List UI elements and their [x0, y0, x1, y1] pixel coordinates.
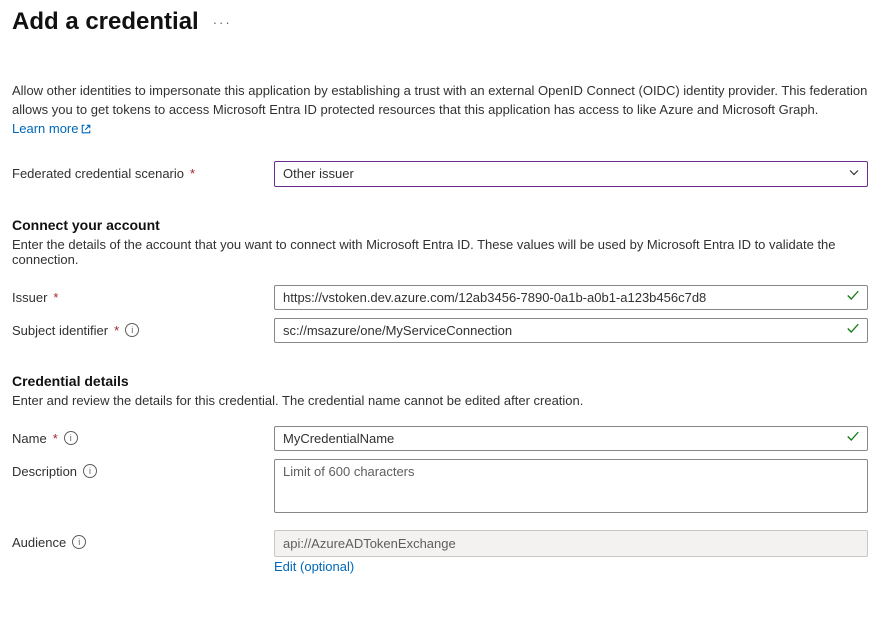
audience-readonly: api://AzureADTokenExchange — [274, 530, 868, 557]
name-input[interactable] — [274, 426, 868, 451]
description-label: Description — [12, 464, 77, 479]
description-textarea[interactable] — [274, 459, 868, 513]
required-asterisk: * — [53, 431, 58, 446]
page-title: Add a credential — [12, 8, 199, 36]
audience-label: Audience — [12, 535, 66, 550]
connect-heading: Connect your account — [12, 217, 868, 233]
external-link-icon — [80, 123, 92, 135]
info-icon[interactable]: i — [83, 464, 97, 478]
learn-more-label: Learn more — [12, 120, 78, 139]
required-asterisk: * — [53, 290, 58, 305]
connect-description: Enter the details of the account that yo… — [12, 237, 868, 267]
edit-audience-link[interactable]: Edit (optional) — [274, 559, 354, 574]
issuer-label: Issuer — [12, 290, 47, 305]
required-asterisk: * — [190, 166, 195, 181]
info-icon[interactable]: i — [72, 535, 86, 549]
scenario-select[interactable]: Other issuer — [274, 161, 868, 187]
name-label: Name — [12, 431, 47, 446]
intro-paragraph: Allow other identities to impersonate th… — [12, 82, 868, 139]
subject-input[interactable] — [274, 318, 868, 343]
details-description: Enter and review the details for this cr… — [12, 393, 868, 408]
intro-text: Allow other identities to impersonate th… — [12, 83, 867, 117]
details-heading: Credential details — [12, 373, 868, 389]
required-asterisk: * — [114, 323, 119, 338]
subject-label: Subject identifier — [12, 323, 108, 338]
learn-more-link[interactable]: Learn more — [12, 120, 92, 139]
scenario-label: Federated credential scenario — [12, 166, 184, 181]
info-icon[interactable]: i — [125, 323, 139, 337]
more-menu-button[interactable]: ··· — [213, 15, 232, 30]
issuer-input[interactable] — [274, 285, 868, 310]
info-icon[interactable]: i — [64, 431, 78, 445]
